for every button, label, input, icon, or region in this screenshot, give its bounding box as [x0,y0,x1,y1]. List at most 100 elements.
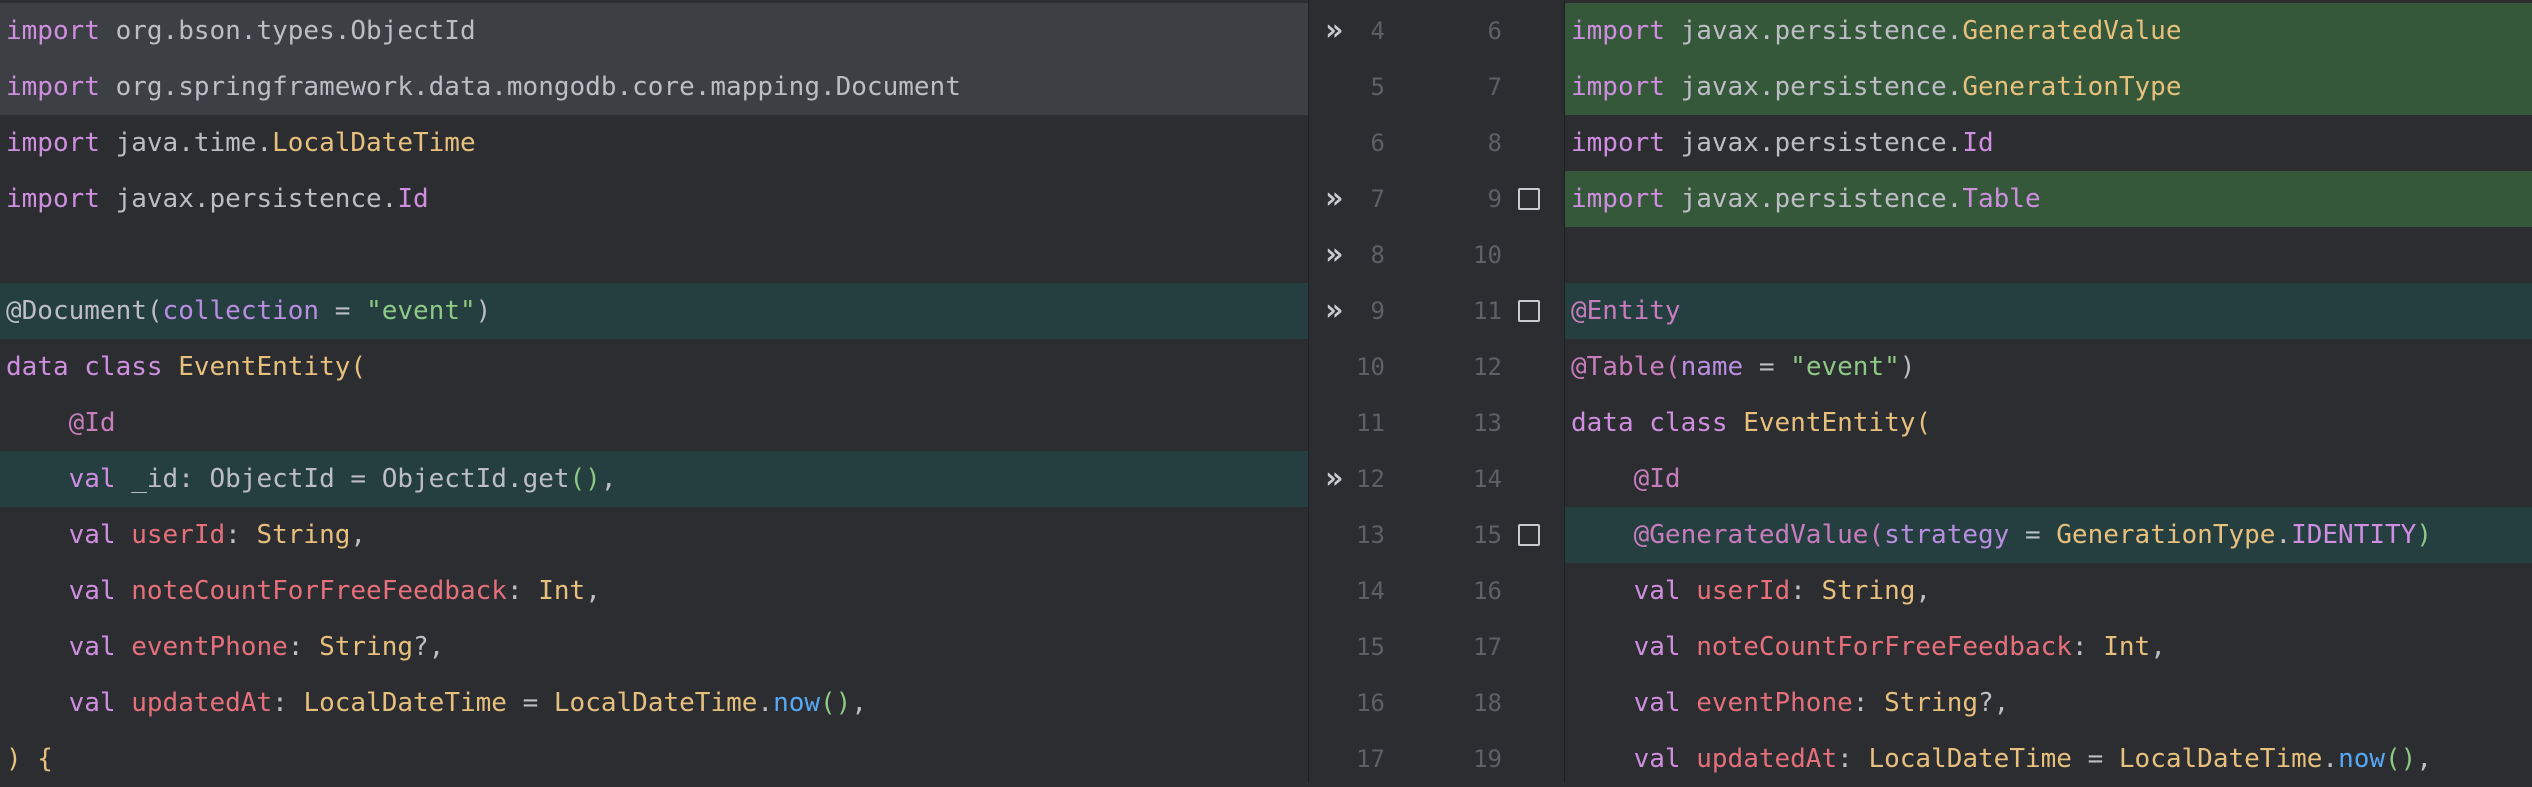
code-line[interactable]: @GeneratedValue(strategy = GenerationTyp… [1565,507,2532,563]
code-line[interactable] [0,227,1308,283]
code-line[interactable]: data class EventEntity( [0,339,1308,395]
code-token: name [1680,352,1744,382]
code-token: : [1837,744,1869,774]
code-token: import [1571,72,1665,102]
code-token: : [1852,688,1885,718]
code-token: import [1571,128,1665,158]
code-token: @Document( [6,296,163,326]
code-token: = [2009,520,2057,550]
code-token: String [319,632,414,662]
code-token: = [1743,352,1791,382]
code-token: , [2416,744,2432,774]
code-token: import [1571,16,1665,46]
right-line-number: 10 [1473,241,1502,269]
code-line[interactable]: val eventPhone: String?, [0,619,1308,675]
code-line[interactable]: @Table(name = "event") [1565,339,2532,395]
code-token: @Entity [1571,296,1681,326]
right-line-number: 14 [1473,465,1502,493]
code-token: javax.persistence. [1664,184,1963,214]
code-token: data class [6,352,179,382]
code-line[interactable]: val noteCountForFreeFeedback: Int, [0,563,1308,619]
code-token: Id [397,184,429,214]
code-token: : [287,632,320,662]
code-token: val [1571,576,1697,606]
code-token: javax.persistence. [1664,72,1963,102]
code-token: val [6,464,132,494]
code-line[interactable]: import javax.persistence.Id [1565,115,2532,171]
code-token: GenerationType [1962,72,2182,102]
code-line[interactable]: import javax.persistence.Table [1565,171,2532,227]
code-line[interactable]: @Id [1565,451,2532,507]
code-token: EventEntity( [178,352,367,382]
code-token: = [506,688,554,718]
code-token: ) [2416,520,2432,550]
right-line-number: 15 [1473,521,1502,549]
apply-change-icon[interactable]: » [1325,3,1355,59]
code-line[interactable]: ) { [0,731,1308,782]
left-line-number: 10 [1356,353,1385,381]
code-token: , [851,688,867,718]
code-token: LocalDateTime [303,688,507,718]
code-token: val [1571,632,1697,662]
code-token: () [569,464,601,494]
checkbox-icon[interactable] [1518,300,1540,322]
apply-change-icon[interactable]: » [1325,227,1355,283]
code-token: import [6,16,100,46]
right-line-number: 6 [1487,17,1502,45]
code-token: ?, [413,632,445,662]
code-line[interactable]: import javax.persistence.GeneratedValue [1565,3,2532,59]
diff-viewer: import org.bson.types.ObjectId import org… [0,0,2532,782]
code-token: GeneratedValue [1962,16,2182,46]
apply-change-icon[interactable]: » [1325,451,1355,507]
checkbox-icon[interactable] [1518,524,1540,546]
code-line[interactable]: val updatedAt: LocalDateTime = LocalDate… [1565,731,2532,782]
code-token: , [600,464,617,494]
code-token: : [272,688,304,718]
code-token: EventEntity( [1743,408,1932,438]
left-line-number: 5 [1370,73,1385,101]
code-line[interactable]: import javax.persistence.Id [0,171,1308,227]
code-line[interactable]: @Document(collection = "event") [0,283,1308,339]
code-line[interactable]: val userId: String, [0,507,1308,563]
code-token: val [1571,688,1697,718]
code-line[interactable]: import org.springframework.data.mongodb.… [0,59,1308,115]
code-token: Int [2103,632,2151,662]
right-line-number: 12 [1473,353,1502,381]
code-token: userId [131,520,226,550]
code-token: @Id [6,408,116,438]
code-line[interactable]: import java.time.LocalDateTime [0,115,1308,171]
code-token: , [1915,576,1932,606]
code-line[interactable]: import javax.persistence.GenerationType [1565,59,2532,115]
code-token: javax.persistence. [99,184,398,214]
code-line[interactable]: val userId: String, [1565,563,2532,619]
code-line[interactable]: @Id [0,395,1308,451]
code-line[interactable]: data class EventEntity( [1565,395,2532,451]
apply-change-icon[interactable]: » [1325,171,1355,227]
code-token: ) { [6,744,53,774]
code-token: org.bson.types.ObjectId [99,16,476,46]
right-editor-pane[interactable]: import javax.persistence.GeneratedValue i… [1565,0,2532,782]
code-line[interactable]: val eventPhone: String?, [1565,675,2532,731]
left-line-number: 11 [1356,409,1385,437]
code-line[interactable]: val updatedAt: LocalDateTime = LocalDate… [0,675,1308,731]
code-token: userId [1696,576,1791,606]
left-editor-pane[interactable]: import org.bson.types.ObjectId import org… [0,0,1308,782]
apply-change-icon[interactable]: » [1325,283,1355,339]
left-line-number: 17 [1356,745,1385,773]
code-token: org.springframework.data.mongodb.core.ma… [99,72,961,102]
code-token: _id: ObjectId = ObjectId.get [131,464,570,494]
code-token: data class [1571,408,1744,438]
code-token: java.time. [99,128,273,158]
left-line-number: 15 [1356,633,1385,661]
code-token: () [2385,744,2417,774]
code-line[interactable]: val _id: ObjectId = ObjectId.get(), [0,451,1308,507]
code-line[interactable] [1565,227,2532,283]
code-line[interactable]: import org.bson.types.ObjectId [0,3,1308,59]
code-token: . [2275,520,2292,550]
code-line[interactable]: val noteCountForFreeFeedback: Int, [1565,619,2532,675]
right-line-number: 11 [1473,297,1502,325]
code-token: = [2071,744,2119,774]
checkbox-icon[interactable] [1518,188,1540,210]
code-line[interactable]: @Entity [1565,283,2532,339]
code-token: ) [475,296,492,326]
